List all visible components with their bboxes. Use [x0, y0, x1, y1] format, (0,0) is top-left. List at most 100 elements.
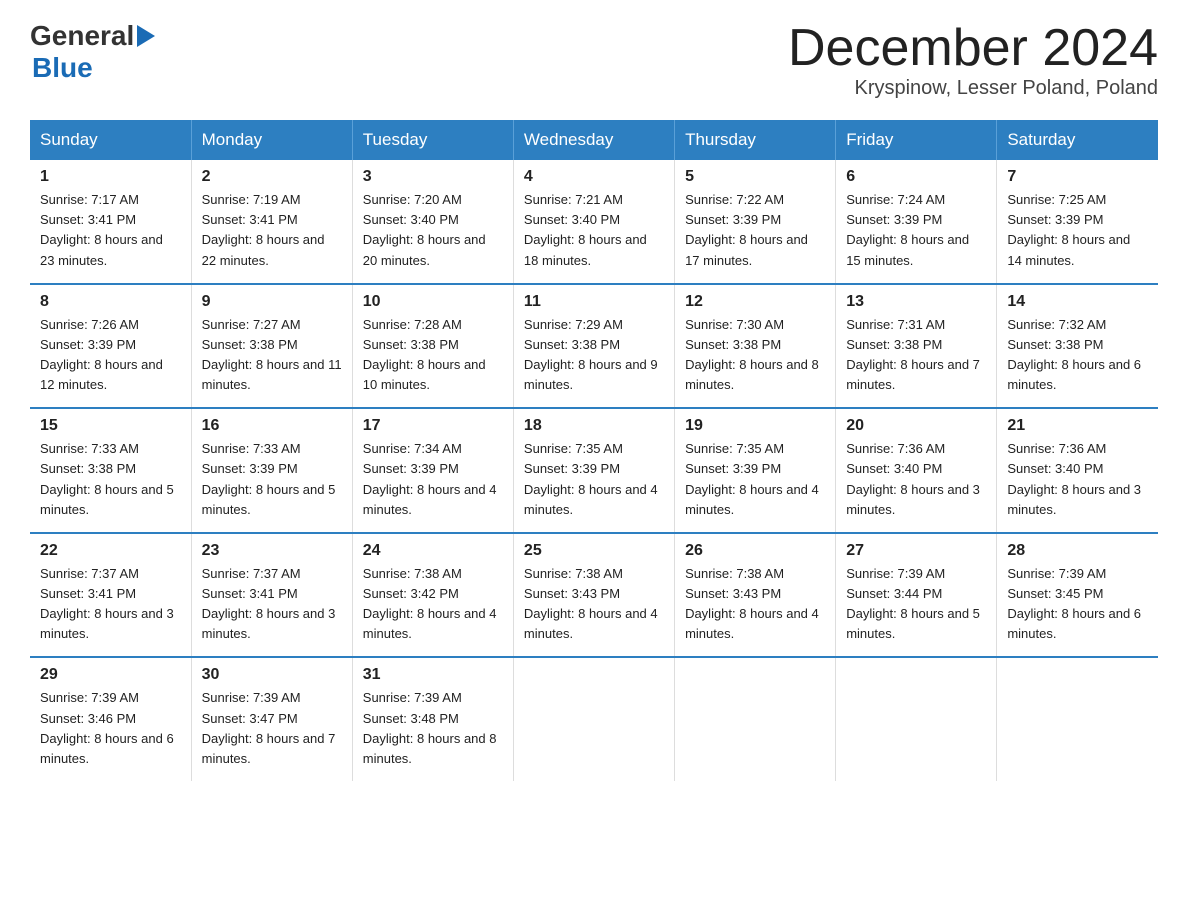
week-row-2: 8 Sunrise: 7:26 AM Sunset: 3:39 PM Daylig…	[30, 284, 1158, 409]
day-info: Sunrise: 7:26 AM Sunset: 3:39 PM Dayligh…	[40, 315, 181, 396]
table-row: 26Sunrise: 7:38 AM Sunset: 3:43 PM Dayli…	[675, 533, 836, 658]
table-row: 31Sunrise: 7:39 AM Sunset: 3:48 PM Dayli…	[352, 657, 513, 781]
table-row	[513, 657, 674, 781]
table-row: 19 Sunrise: 7:35 AM Sunset: 3:39 PM Dayli…	[675, 408, 836, 533]
day-info: Sunrise: 7:21 AM Sunset: 3:40 PM Dayligh…	[524, 190, 664, 271]
header-thursday: Thursday	[675, 120, 836, 160]
calendar-body: 1 Sunrise: 7:17 AM Sunset: 3:41 PM Daylig…	[30, 160, 1158, 781]
day-number: 7	[1007, 168, 1148, 186]
day-info: Sunrise: 7:33 AM Sunset: 3:38 PM Dayligh…	[40, 439, 181, 520]
day-number: 1	[40, 168, 181, 186]
day-number: 17	[363, 417, 503, 435]
day-number: 30	[202, 666, 342, 684]
logo-arrow-icon	[137, 25, 155, 47]
day-info: Sunrise: 7:39 AM Sunset: 3:45 PM Dayligh…	[1007, 564, 1148, 645]
day-number: 24	[363, 542, 503, 560]
table-row: 29 Sunrise: 7:39 AM Sunset: 3:46 PM Dayli…	[30, 657, 191, 781]
day-info: Sunrise: 7:37 AM Sunset: 3:41 PM Dayligh…	[40, 564, 181, 645]
table-row: 6Sunrise: 7:24 AM Sunset: 3:39 PM Daylig…	[836, 160, 997, 284]
day-info: Sunrise: 7:38 AM Sunset: 3:43 PM Dayligh…	[524, 564, 664, 645]
day-number: 15	[40, 417, 181, 435]
page-header: General Blue December 2024 Kryspinow, Le…	[30, 20, 1158, 100]
week-row-5: 29 Sunrise: 7:39 AM Sunset: 3:46 PM Dayli…	[30, 657, 1158, 781]
day-info: Sunrise: 7:25 AM Sunset: 3:39 PM Dayligh…	[1007, 190, 1148, 271]
header-tuesday: Tuesday	[352, 120, 513, 160]
calendar-table: Sunday Monday Tuesday Wednesday Thursday…	[30, 120, 1158, 781]
week-row-1: 1 Sunrise: 7:17 AM Sunset: 3:41 PM Daylig…	[30, 160, 1158, 284]
day-info: Sunrise: 7:33 AM Sunset: 3:39 PM Dayligh…	[202, 439, 342, 520]
title-block: December 2024 Kryspinow, Lesser Poland, …	[788, 20, 1158, 100]
header-wednesday: Wednesday	[513, 120, 674, 160]
day-info: Sunrise: 7:39 AM Sunset: 3:47 PM Dayligh…	[202, 688, 342, 769]
table-row: 8 Sunrise: 7:26 AM Sunset: 3:39 PM Daylig…	[30, 284, 191, 409]
table-row	[836, 657, 997, 781]
day-info: Sunrise: 7:37 AM Sunset: 3:41 PM Dayligh…	[202, 564, 342, 645]
day-info: Sunrise: 7:36 AM Sunset: 3:40 PM Dayligh…	[846, 439, 986, 520]
table-row: 14 Sunrise: 7:32 AM Sunset: 3:38 PM Dayli…	[997, 284, 1158, 409]
day-number: 27	[846, 542, 986, 560]
table-row: 27 Sunrise: 7:39 AM Sunset: 3:44 PM Dayli…	[836, 533, 997, 658]
day-info: Sunrise: 7:34 AM Sunset: 3:39 PM Dayligh…	[363, 439, 503, 520]
day-info: Sunrise: 7:36 AM Sunset: 3:40 PM Dayligh…	[1007, 439, 1148, 520]
table-row	[675, 657, 836, 781]
table-row	[997, 657, 1158, 781]
table-row: 21 Sunrise: 7:36 AM Sunset: 3:40 PM Dayli…	[997, 408, 1158, 533]
day-number: 22	[40, 542, 181, 560]
day-number: 12	[685, 293, 825, 311]
day-number: 8	[40, 293, 181, 311]
table-row: 28 Sunrise: 7:39 AM Sunset: 3:45 PM Dayli…	[997, 533, 1158, 658]
logo-general: General	[30, 20, 134, 52]
header-sunday: Sunday	[30, 120, 191, 160]
header-saturday: Saturday	[997, 120, 1158, 160]
table-row: 12 Sunrise: 7:30 AM Sunset: 3:38 PM Dayli…	[675, 284, 836, 409]
day-number: 14	[1007, 293, 1148, 311]
day-number: 21	[1007, 417, 1148, 435]
table-row: 24 Sunrise: 7:38 AM Sunset: 3:42 PM Dayli…	[352, 533, 513, 658]
table-row: 20Sunrise: 7:36 AM Sunset: 3:40 PM Dayli…	[836, 408, 997, 533]
table-row: 23Sunrise: 7:37 AM Sunset: 3:41 PM Dayli…	[191, 533, 352, 658]
day-info: Sunrise: 7:29 AM Sunset: 3:38 PM Dayligh…	[524, 315, 664, 396]
table-row: 15 Sunrise: 7:33 AM Sunset: 3:38 PM Dayli…	[30, 408, 191, 533]
day-info: Sunrise: 7:32 AM Sunset: 3:38 PM Dayligh…	[1007, 315, 1148, 396]
day-info: Sunrise: 7:31 AM Sunset: 3:38 PM Dayligh…	[846, 315, 986, 396]
day-number: 3	[363, 168, 503, 186]
day-info: Sunrise: 7:30 AM Sunset: 3:38 PM Dayligh…	[685, 315, 825, 396]
table-row: 3 Sunrise: 7:20 AM Sunset: 3:40 PM Daylig…	[352, 160, 513, 284]
table-row: 7 Sunrise: 7:25 AM Sunset: 3:39 PM Daylig…	[997, 160, 1158, 284]
day-info: Sunrise: 7:39 AM Sunset: 3:46 PM Dayligh…	[40, 688, 181, 769]
table-row: 13 Sunrise: 7:31 AM Sunset: 3:38 PM Dayli…	[836, 284, 997, 409]
table-row: 18Sunrise: 7:35 AM Sunset: 3:39 PM Dayli…	[513, 408, 674, 533]
day-info: Sunrise: 7:20 AM Sunset: 3:40 PM Dayligh…	[363, 190, 503, 271]
day-number: 13	[846, 293, 986, 311]
day-number: 25	[524, 542, 664, 560]
table-row: 4Sunrise: 7:21 AM Sunset: 3:40 PM Daylig…	[513, 160, 674, 284]
day-info: Sunrise: 7:27 AM Sunset: 3:38 PM Dayligh…	[202, 315, 342, 396]
day-number: 11	[524, 293, 664, 311]
day-info: Sunrise: 7:38 AM Sunset: 3:43 PM Dayligh…	[685, 564, 825, 645]
table-row: 11 Sunrise: 7:29 AM Sunset: 3:38 PM Dayli…	[513, 284, 674, 409]
day-number: 9	[202, 293, 342, 311]
header-friday: Friday	[836, 120, 997, 160]
day-number: 2	[202, 168, 342, 186]
table-row: 25 Sunrise: 7:38 AM Sunset: 3:43 PM Dayli…	[513, 533, 674, 658]
day-number: 19	[685, 417, 825, 435]
day-number: 5	[685, 168, 825, 186]
table-row: 22 Sunrise: 7:37 AM Sunset: 3:41 PM Dayli…	[30, 533, 191, 658]
table-row: 30 Sunrise: 7:39 AM Sunset: 3:47 PM Dayli…	[191, 657, 352, 781]
day-number: 16	[202, 417, 342, 435]
table-row: 16 Sunrise: 7:33 AM Sunset: 3:39 PM Dayli…	[191, 408, 352, 533]
day-info: Sunrise: 7:24 AM Sunset: 3:39 PM Dayligh…	[846, 190, 986, 271]
table-row: 2Sunrise: 7:19 AM Sunset: 3:41 PM Daylig…	[191, 160, 352, 284]
day-info: Sunrise: 7:35 AM Sunset: 3:39 PM Dayligh…	[685, 439, 825, 520]
week-row-4: 22 Sunrise: 7:37 AM Sunset: 3:41 PM Dayli…	[30, 533, 1158, 658]
day-info: Sunrise: 7:38 AM Sunset: 3:42 PM Dayligh…	[363, 564, 503, 645]
day-number: 28	[1007, 542, 1148, 560]
day-info: Sunrise: 7:17 AM Sunset: 3:41 PM Dayligh…	[40, 190, 181, 271]
header-monday: Monday	[191, 120, 352, 160]
table-row: 1 Sunrise: 7:17 AM Sunset: 3:41 PM Daylig…	[30, 160, 191, 284]
table-row: 9 Sunrise: 7:27 AM Sunset: 3:38 PM Daylig…	[191, 284, 352, 409]
logo-blue: Blue	[32, 52, 155, 84]
day-info: Sunrise: 7:39 AM Sunset: 3:44 PM Dayligh…	[846, 564, 986, 645]
day-number: 29	[40, 666, 181, 684]
table-row: 10Sunrise: 7:28 AM Sunset: 3:38 PM Dayli…	[352, 284, 513, 409]
